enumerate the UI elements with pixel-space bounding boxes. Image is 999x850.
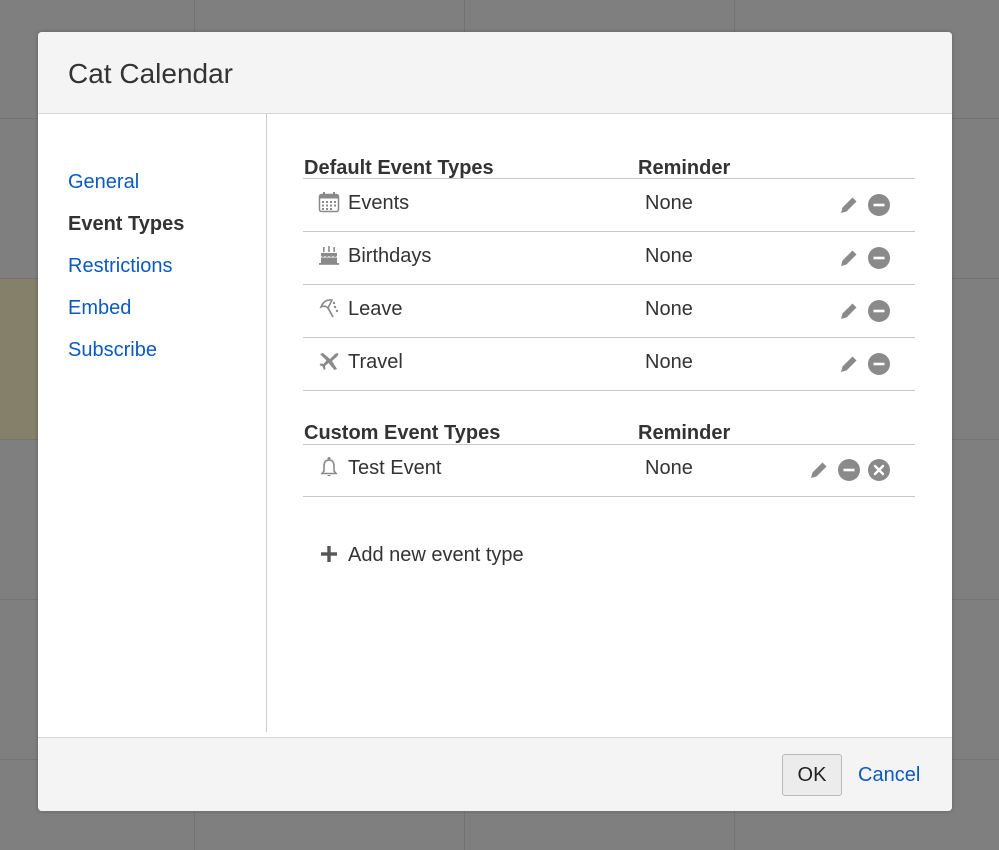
disable-minus-icon[interactable]	[867, 352, 891, 376]
custom-types-header: Custom Event Types Reminder	[303, 395, 915, 445]
calendar-settings-dialog: Cat Calendar General Event Types Restric…	[38, 32, 952, 811]
reminder-column-header: Reminder	[638, 422, 731, 444]
event-type-label: Test Event	[348, 457, 442, 479]
reminder-value: None	[645, 351, 693, 373]
add-new-event-type-link[interactable]: Add new event type	[303, 542, 915, 582]
dialog-footer: OK Cancel	[38, 737, 952, 811]
reminder-value: None	[645, 192, 693, 214]
sidebar-item-restrictions[interactable]: Restrictions	[68, 255, 172, 278]
disable-minus-icon[interactable]	[867, 193, 891, 217]
sidebar-item-general[interactable]: General	[68, 171, 139, 194]
dialog-title: Cat Calendar	[68, 58, 233, 89]
calendar-icon	[318, 191, 340, 213]
disable-minus-icon[interactable]	[867, 246, 891, 270]
edit-pencil-icon[interactable]	[837, 299, 861, 323]
reminder-value: None	[645, 298, 693, 320]
umbrella-icon	[318, 297, 340, 319]
airplane-icon	[318, 350, 340, 372]
event-type-row: Events None	[303, 179, 915, 232]
settings-sidebar: General Event Types Restrictions Embed S…	[38, 114, 267, 732]
edit-pencil-icon[interactable]	[807, 458, 831, 482]
edit-pencil-icon[interactable]	[837, 246, 861, 270]
cancel-link[interactable]: Cancel	[858, 764, 920, 787]
event-type-label: Leave	[348, 298, 403, 320]
custom-types-title: Custom Event Types	[304, 422, 501, 444]
event-type-label: Events	[348, 192, 410, 214]
default-types-title: Default Event Types	[304, 157, 494, 179]
disable-minus-icon[interactable]	[837, 458, 861, 482]
event-type-label: Travel	[348, 351, 403, 373]
calendar-background-event	[0, 279, 38, 439]
event-type-row: Birthdays None	[303, 232, 915, 285]
delete-x-icon[interactable]	[867, 458, 891, 482]
reminder-value: None	[645, 245, 693, 267]
sidebar-item-subscribe[interactable]: Subscribe	[68, 339, 157, 362]
dialog-header: Cat Calendar	[38, 32, 952, 114]
reminder-column-header: Reminder	[638, 157, 731, 179]
cake-icon	[318, 244, 340, 266]
sidebar-item-event-types[interactable]: Event Types	[68, 213, 184, 236]
ok-button[interactable]: OK	[782, 754, 842, 796]
bell-icon	[318, 456, 340, 478]
plus-icon	[320, 545, 338, 563]
sidebar-item-embed[interactable]: Embed	[68, 297, 131, 320]
edit-pencil-icon[interactable]	[837, 193, 861, 217]
add-new-event-type-label: Add new event type	[348, 544, 524, 566]
default-types-header: Default Event Types Reminder	[303, 130, 915, 179]
event-type-row: Test Event None	[303, 444, 915, 497]
event-type-row: Leave None	[303, 285, 915, 338]
event-type-label: Birthdays	[348, 245, 432, 267]
edit-pencil-icon[interactable]	[837, 352, 861, 376]
reminder-value: None	[645, 457, 693, 479]
disable-minus-icon[interactable]	[867, 299, 891, 323]
event-type-row: Travel None	[303, 338, 915, 391]
